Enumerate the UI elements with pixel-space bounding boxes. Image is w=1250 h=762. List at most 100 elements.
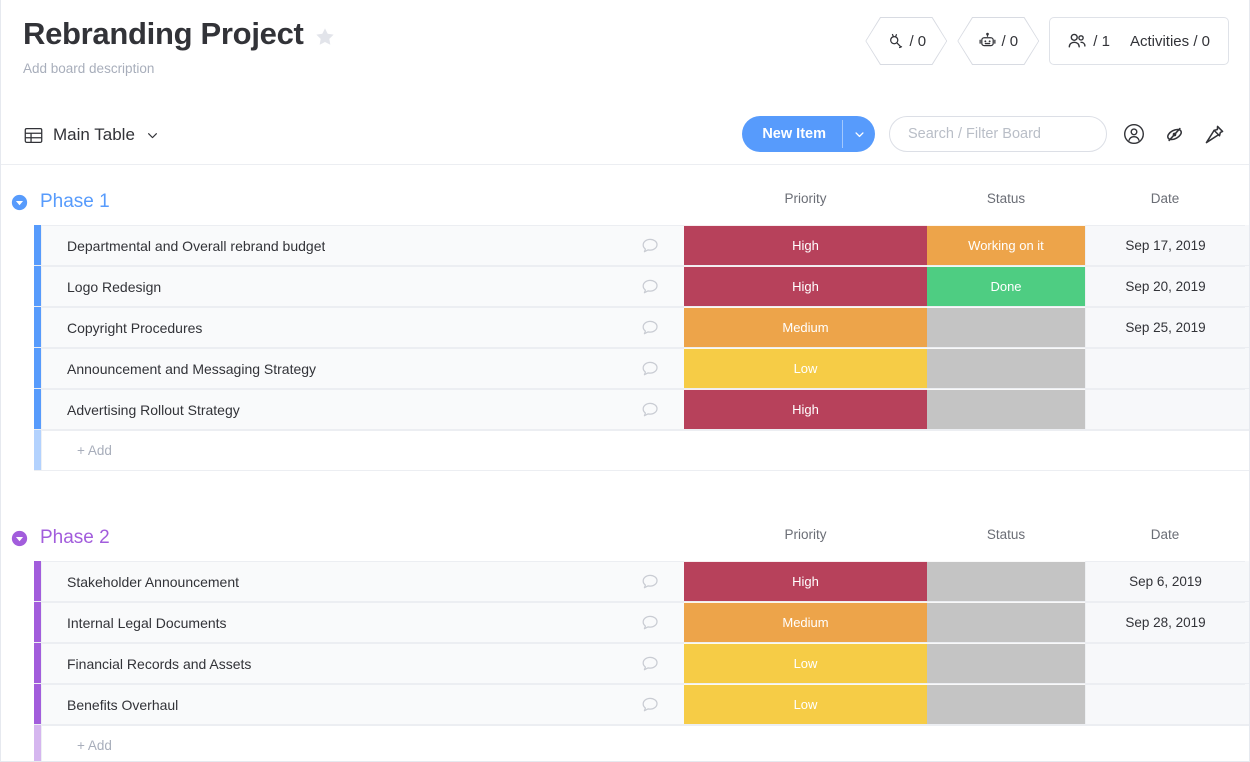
column-headers: PriorityStatusDate: [1, 187, 1249, 217]
row-title[interactable]: Departmental and Overall rebrand budget: [67, 238, 325, 254]
status-cell[interactable]: [927, 684, 1085, 724]
column-header-priority[interactable]: Priority: [684, 525, 927, 545]
status-cell[interactable]: [927, 602, 1085, 642]
table-row[interactable]: Copyright Procedures Medium Sep 25, 2019: [34, 307, 1249, 348]
comment-bubble-icon[interactable]: [640, 318, 660, 338]
comment-bubble-icon[interactable]: [640, 236, 660, 256]
row-name-cell[interactable]: Benefits Overhaul: [41, 684, 684, 724]
add-item-label[interactable]: + Add: [41, 430, 684, 470]
comment-bubble-icon[interactable]: [640, 400, 660, 420]
row-name-cell[interactable]: Financial Records and Assets: [41, 643, 684, 683]
row-title[interactable]: Logo Redesign: [67, 279, 161, 295]
row-title[interactable]: Internal Legal Documents: [67, 615, 227, 631]
new-item-button[interactable]: New Item: [742, 116, 875, 152]
people-activities-box[interactable]: / 1 Activities / 0: [1049, 17, 1229, 65]
integrations-badge[interactable]: / 0: [865, 17, 947, 65]
group-title[interactable]: Phase 2: [40, 526, 110, 550]
priority-cell[interactable]: Medium: [684, 602, 927, 642]
board-members[interactable]: / 1: [1066, 30, 1110, 52]
row-title[interactable]: Stakeholder Announcement: [67, 574, 239, 590]
date-cell[interactable]: Sep 20, 2019: [1085, 266, 1245, 306]
caret-down-circle-icon[interactable]: [11, 194, 28, 211]
caret-down-circle-icon[interactable]: [11, 530, 28, 547]
row-name-cell[interactable]: Internal Legal Documents: [41, 602, 684, 642]
page-title[interactable]: Rebranding Project: [23, 14, 304, 54]
comment-bubble-icon[interactable]: [640, 277, 660, 297]
row-title[interactable]: Advertising Rollout Strategy: [67, 402, 240, 418]
priority-cell[interactable]: High: [684, 561, 927, 601]
table-row[interactable]: Logo Redesign HighDoneSep 20, 2019: [34, 266, 1249, 307]
column-header-date[interactable]: Date: [1085, 525, 1245, 545]
chevron-down-icon[interactable]: [144, 127, 161, 144]
table-row[interactable]: Benefits Overhaul Low: [34, 684, 1249, 725]
comment-bubble-icon[interactable]: [640, 572, 660, 592]
add-item-row[interactable]: + Add: [34, 725, 1249, 762]
row-name-cell[interactable]: Advertising Rollout Strategy: [41, 389, 684, 429]
add-item-row[interactable]: + Add: [34, 430, 1249, 471]
status-cell[interactable]: Done: [927, 266, 1085, 306]
date-cell[interactable]: [1085, 348, 1245, 388]
comment-bubble-icon[interactable]: [640, 613, 660, 633]
row-title[interactable]: Copyright Procedures: [67, 320, 202, 336]
date-cell[interactable]: [1085, 643, 1245, 683]
priority-cell[interactable]: Low: [684, 348, 927, 388]
person-circle-icon[interactable]: [1121, 121, 1147, 147]
row-name-cell[interactable]: Logo Redesign: [41, 266, 684, 306]
new-item-dropdown-icon[interactable]: [843, 116, 875, 152]
status-cell[interactable]: [927, 389, 1085, 429]
table-row[interactable]: Departmental and Overall rebrand budget H…: [34, 225, 1249, 266]
row-name-cell[interactable]: Copyright Procedures: [41, 307, 684, 347]
priority-cell[interactable]: High: [684, 266, 927, 306]
date-cell[interactable]: Sep 17, 2019: [1085, 225, 1245, 265]
date-cell[interactable]: [1085, 684, 1245, 724]
table-row[interactable]: Announcement and Messaging Strategy Low: [34, 348, 1249, 389]
row-group-color-bar: [34, 225, 41, 265]
comment-bubble-icon[interactable]: [640, 359, 660, 379]
eye-slash-icon[interactable]: [1161, 121, 1187, 147]
view-switcher[interactable]: Main Table: [23, 125, 161, 146]
star-icon[interactable]: [314, 26, 336, 48]
priority-cell[interactable]: High: [684, 389, 927, 429]
status-cell[interactable]: [927, 307, 1085, 347]
column-header-status[interactable]: Status: [927, 189, 1085, 209]
automations-badge[interactable]: / 0: [957, 17, 1039, 65]
priority-cell[interactable]: Medium: [684, 307, 927, 347]
add-item-label[interactable]: + Add: [41, 725, 684, 762]
priority-cell[interactable]: Low: [684, 643, 927, 683]
toolbar-actions: New Item: [742, 116, 1227, 152]
date-cell[interactable]: [1085, 389, 1245, 429]
status-cell[interactable]: [927, 643, 1085, 683]
status-cell[interactable]: [927, 561, 1085, 601]
row-group-color-bar: [34, 266, 41, 306]
date-cell[interactable]: Sep 28, 2019: [1085, 602, 1245, 642]
column-header-status[interactable]: Status: [927, 525, 1085, 545]
column-header-date[interactable]: Date: [1085, 189, 1245, 209]
status-cell[interactable]: Working on it: [927, 225, 1085, 265]
table-row[interactable]: Internal Legal Documents Medium Sep 28, 20…: [34, 602, 1249, 643]
comment-bubble-icon[interactable]: [640, 654, 660, 674]
row-title[interactable]: Announcement and Messaging Strategy: [67, 361, 316, 377]
header-actions: / 0: [865, 17, 1229, 65]
date-cell[interactable]: Sep 25, 2019: [1085, 307, 1245, 347]
row-name-cell[interactable]: Stakeholder Announcement: [41, 561, 684, 601]
row-name-cell[interactable]: Departmental and Overall rebrand budget: [41, 225, 684, 265]
row-title[interactable]: Financial Records and Assets: [67, 656, 251, 672]
table-row[interactable]: Financial Records and Assets Low: [34, 643, 1249, 684]
priority-cell[interactable]: High: [684, 225, 927, 265]
pin-icon[interactable]: [1201, 121, 1227, 147]
priority-cell[interactable]: Low: [684, 684, 927, 724]
integrations-count: / 0: [909, 33, 926, 50]
table-row[interactable]: Stakeholder Announcement High Sep 6, 2019: [34, 561, 1249, 602]
group-title[interactable]: Phase 1: [40, 190, 110, 214]
search-input[interactable]: [906, 125, 1090, 143]
status-cell[interactable]: [927, 348, 1085, 388]
table-row[interactable]: Advertising Rollout Strategy High: [34, 389, 1249, 430]
column-header-priority[interactable]: Priority: [684, 189, 927, 209]
search-filter-box[interactable]: [889, 116, 1107, 152]
activities-label[interactable]: Activities / 0: [1130, 33, 1210, 50]
row-name-cell[interactable]: Announcement and Messaging Strategy: [41, 348, 684, 388]
comment-bubble-icon[interactable]: [640, 695, 660, 715]
row-title[interactable]: Benefits Overhaul: [67, 697, 178, 713]
date-cell[interactable]: Sep 6, 2019: [1085, 561, 1245, 601]
new-item-label[interactable]: New Item: [742, 116, 842, 152]
